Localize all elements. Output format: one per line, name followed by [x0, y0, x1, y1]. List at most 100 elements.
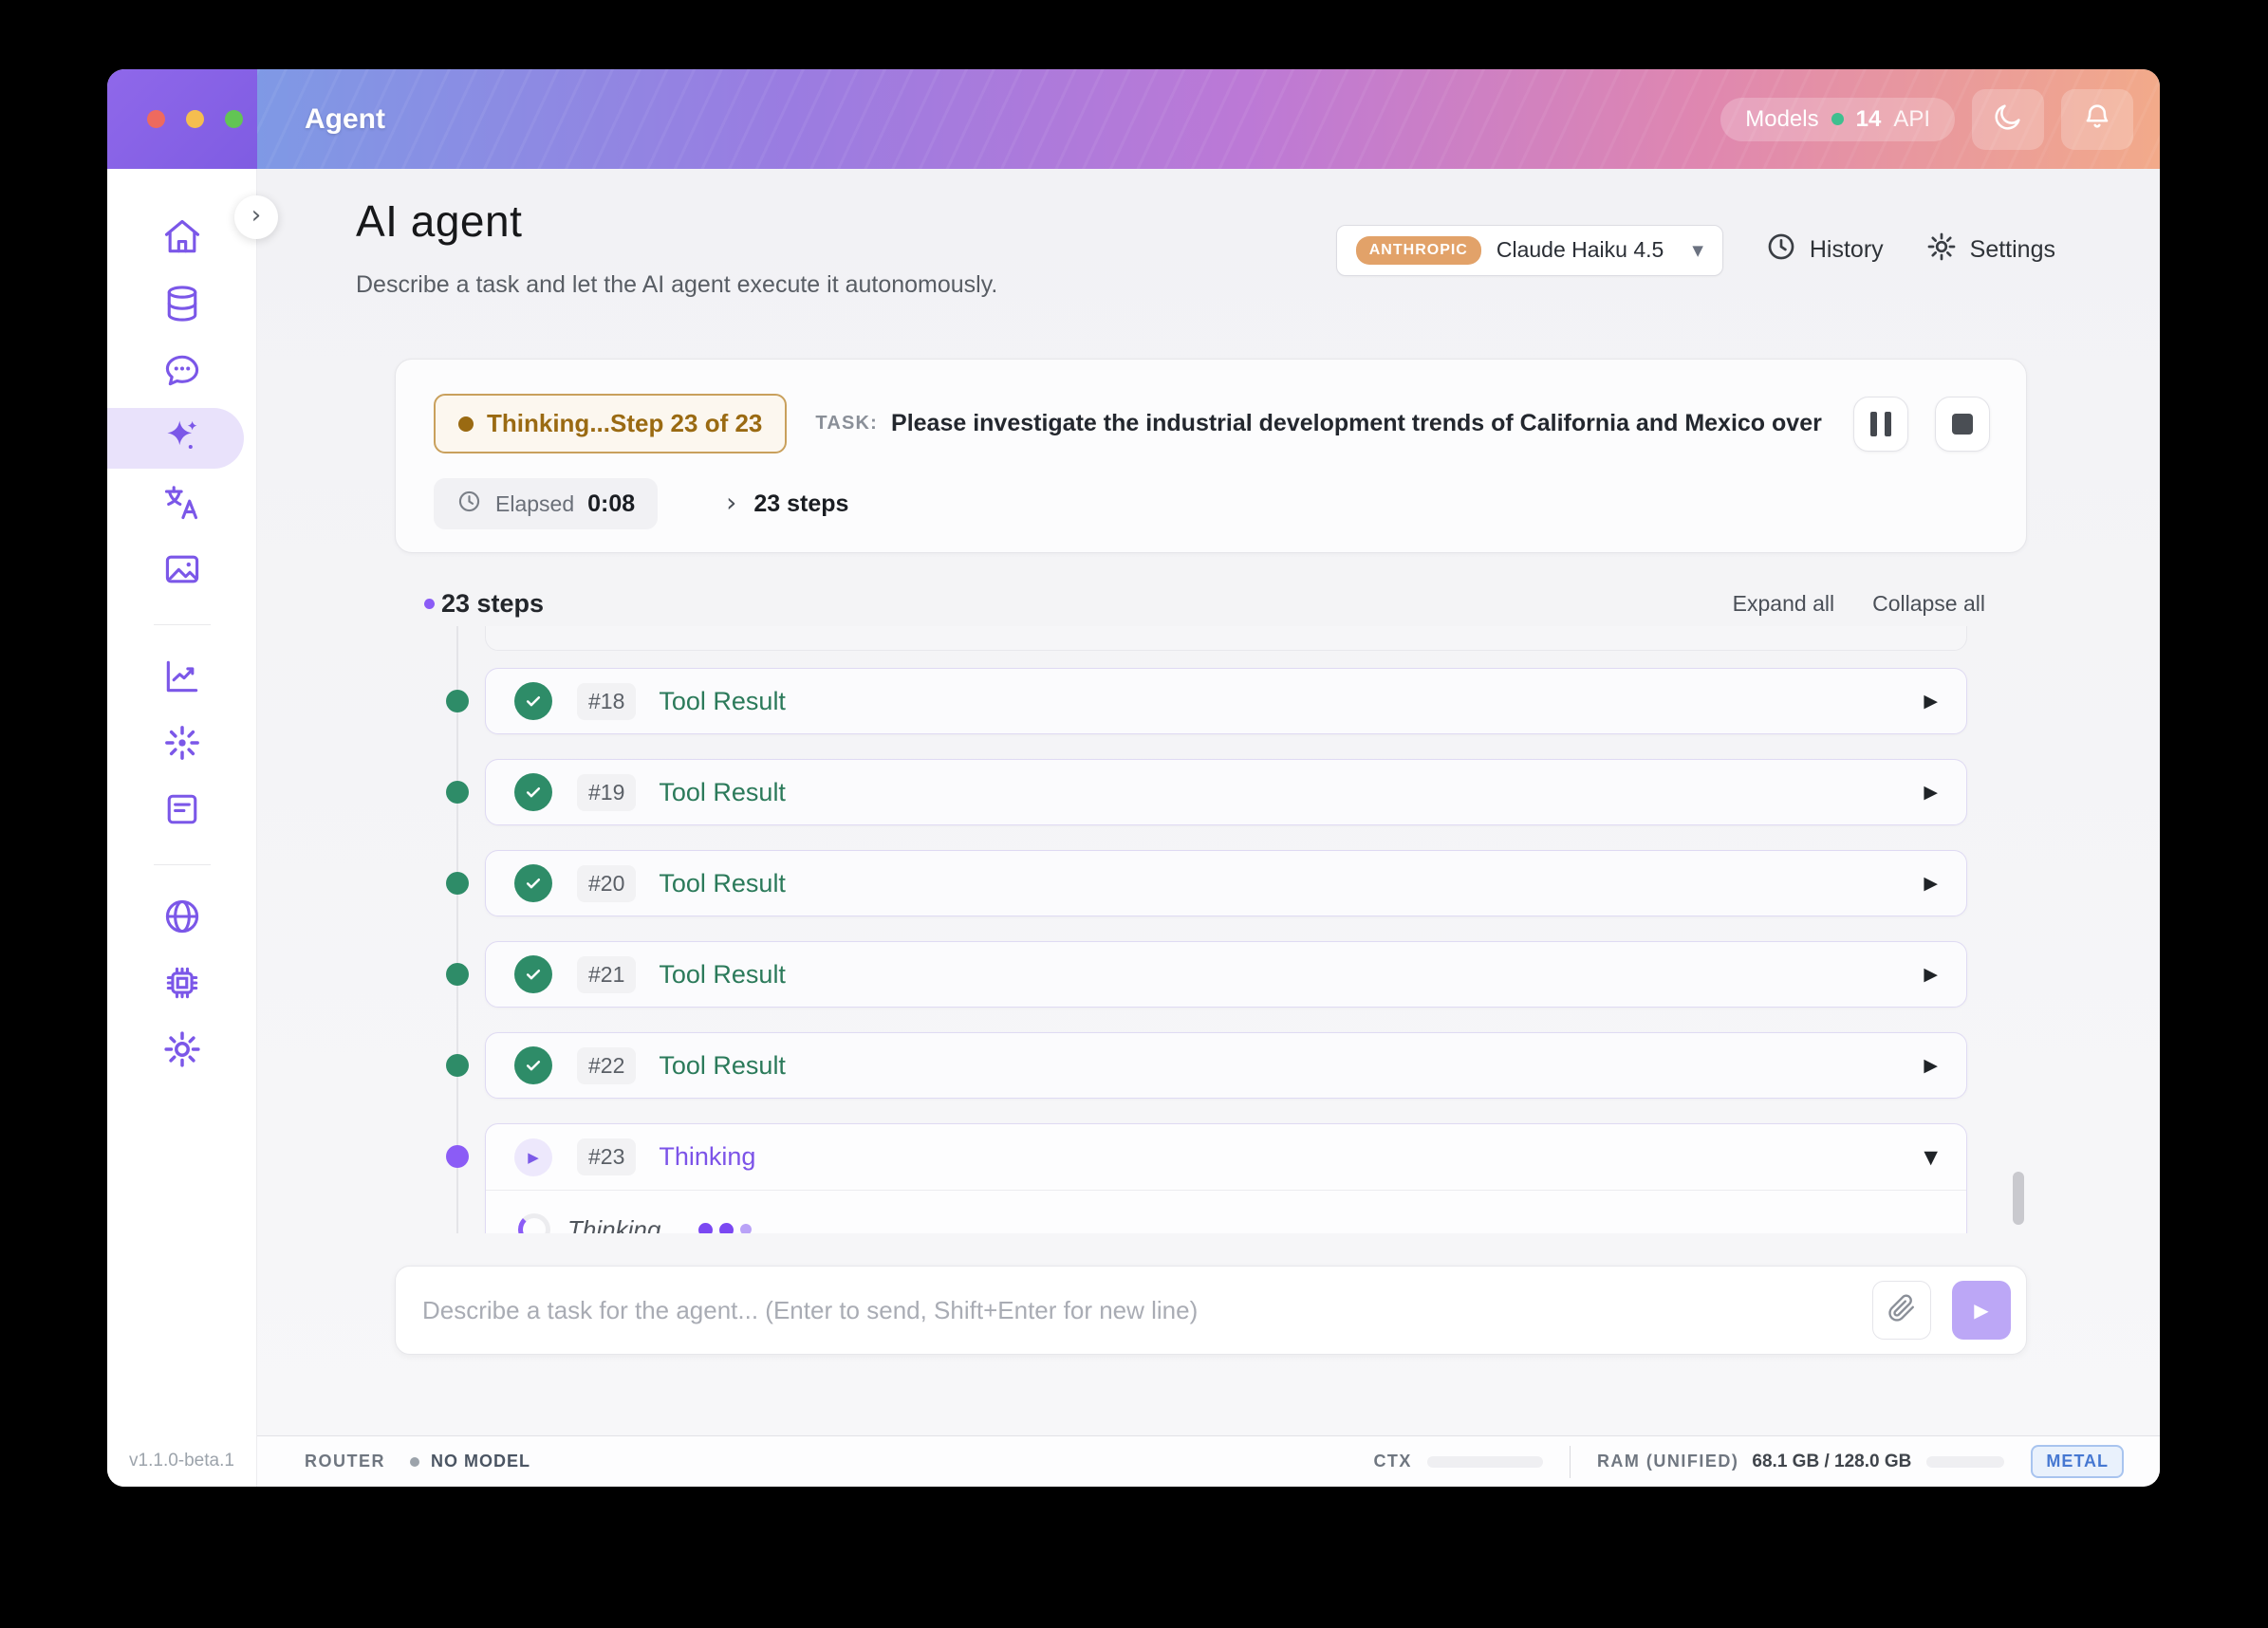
- minimize-window-button[interactable]: [186, 110, 204, 128]
- sidebar-item-processes[interactable]: [107, 722, 256, 768]
- stop-button[interactable]: [1935, 396, 1990, 452]
- ram-value: 68.1 GB / 128.0 GB: [1752, 1451, 1912, 1471]
- collapse-all-button[interactable]: Collapse all: [1872, 591, 1985, 617]
- expand-icon[interactable]: ▶: [1924, 691, 1938, 712]
- step-number: #20: [577, 864, 637, 902]
- titlebar: Agent Models 14 API: [107, 69, 2160, 169]
- stop-icon: [1952, 413, 1973, 435]
- statusbar: v1.1.0-beta.1 ROUTER NO MODEL CTX RAM (U…: [107, 1435, 2160, 1487]
- step-row-partial[interactable]: [485, 626, 1967, 651]
- step-row-22[interactable]: #22 Tool Result ▶: [485, 1032, 1967, 1099]
- app-title: Agent: [305, 102, 385, 135]
- main-content: AI agent Describe a task and let the AI …: [257, 169, 2160, 1435]
- step-title: Tool Result: [659, 959, 786, 989]
- sidebar-item-settings[interactable]: [107, 1028, 256, 1074]
- settings-button[interactable]: Settings: [1925, 231, 2055, 269]
- step-row-18[interactable]: #18 Tool Result ▶: [485, 668, 1967, 734]
- sidebar-item-database[interactable]: [107, 283, 256, 328]
- translate-icon: [161, 482, 203, 528]
- steps-summary: 23 steps: [753, 490, 849, 517]
- sidebar-item-image[interactable]: [107, 548, 256, 594]
- expand-icon[interactable]: ▶: [1924, 964, 1938, 985]
- titlebar-main: Agent Models 14 API: [257, 69, 2160, 169]
- moon-icon: [1992, 101, 2024, 138]
- steps-toggle[interactable]: › 23 steps: [726, 487, 848, 522]
- send-icon: ▶: [1974, 1299, 1989, 1322]
- scrollbar-thumb[interactable]: [2013, 1172, 2024, 1225]
- expand-icon[interactable]: ▶: [1924, 873, 1938, 894]
- step-title: Thinking: [659, 1142, 756, 1171]
- history-button[interactable]: History: [1765, 231, 1884, 269]
- dark-mode-button[interactable]: [1972, 88, 2044, 150]
- sidebar-divider: [153, 864, 211, 865]
- chat-icon: [161, 349, 203, 396]
- step-number: #22: [577, 1046, 637, 1084]
- model-name: Claude Haiku 4.5: [1496, 237, 1664, 262]
- sidebar-item-analytics[interactable]: [107, 656, 256, 701]
- maximize-window-button[interactable]: [225, 110, 243, 128]
- chevron-down-icon: ▼: [1692, 241, 1703, 259]
- expand-all-button[interactable]: Expand all: [1733, 591, 1834, 617]
- models-pill[interactable]: Models 14 API: [1720, 97, 1955, 141]
- step-row-23[interactable]: ▶ #23 Thinking ▼ Thinking...: [485, 1123, 1967, 1233]
- timeline-dot: [446, 872, 469, 895]
- step-number: #23: [577, 1138, 637, 1175]
- step-title: Tool Result: [659, 777, 786, 806]
- sidebar-item-agent[interactable]: [107, 408, 256, 469]
- step-title: Tool Result: [659, 1050, 786, 1080]
- chip-icon: [161, 962, 203, 1008]
- step-number: #18: [577, 682, 637, 720]
- steps-list: #18 Tool Result ▶ #19 Tool Result ▶ #20 …: [257, 626, 2160, 1233]
- model-status: NO MODEL: [431, 1452, 530, 1471]
- step-title: Tool Result: [659, 868, 786, 897]
- step-row-19[interactable]: #19 Tool Result ▶: [485, 759, 1967, 825]
- attach-button[interactable]: [1872, 1281, 1931, 1340]
- close-window-button[interactable]: [147, 110, 165, 128]
- check-icon: [514, 773, 552, 811]
- sidebar-item-hardware[interactable]: [107, 962, 256, 1008]
- collapse-icon[interactable]: ▼: [1924, 1147, 1938, 1168]
- database-icon: [161, 283, 203, 329]
- paperclip-icon: [1887, 1294, 1916, 1327]
- sidebar-item-notes[interactable]: [107, 788, 256, 834]
- clock-icon: [1765, 231, 1797, 269]
- task-label: TASK:: [815, 413, 879, 434]
- pause-icon: [1870, 411, 1891, 436]
- sidebar-item-chat[interactable]: [107, 349, 256, 395]
- sidebar-item-network[interactable]: [107, 896, 256, 941]
- clock-icon: [456, 489, 482, 519]
- composer: ▶: [395, 1266, 2027, 1355]
- sidebar-collapse-button[interactable]: ›: [234, 195, 278, 239]
- elapsed-timer: Elapsed 0:08: [434, 478, 659, 529]
- burst-icon: [161, 722, 203, 768]
- model-selector[interactable]: ANTHROPIC Claude Haiku 4.5 ▼: [1335, 224, 1723, 276]
- check-icon: [514, 1046, 552, 1084]
- send-button[interactable]: ▶: [1952, 1281, 2011, 1340]
- statusbar-divider: [1569, 1445, 1571, 1478]
- timeline-dot: [446, 690, 469, 712]
- sidebar-item-home[interactable]: [107, 216, 256, 262]
- expand-icon[interactable]: ▶: [1924, 1055, 1938, 1076]
- notifications-button[interactable]: [2061, 88, 2133, 150]
- sidebar-item-translate[interactable]: [107, 482, 256, 527]
- app-version: v1.1.0-beta.1: [107, 1435, 257, 1487]
- task-text: Please investigate the industrial develo…: [891, 410, 1827, 436]
- sidebar: ›: [107, 169, 278, 1435]
- pause-button[interactable]: [1853, 396, 1908, 452]
- timeline-dot: [446, 1054, 469, 1077]
- thinking-text: Thinking...: [567, 1214, 681, 1234]
- models-status-dot: [1831, 113, 1844, 125]
- task-input[interactable]: [422, 1295, 1872, 1325]
- ctx-label: CTX: [1373, 1452, 1412, 1471]
- check-icon: [514, 864, 552, 902]
- page-title: AI agent: [356, 196, 523, 246]
- step-row-20[interactable]: #20 Tool Result ▶: [485, 850, 1967, 916]
- expand-icon[interactable]: ▶: [1924, 782, 1938, 803]
- bell-icon: [2081, 101, 2113, 138]
- ram-label: RAM (UNIFIED): [1596, 1452, 1739, 1471]
- settings-label: Settings: [1969, 236, 2055, 263]
- chevron-right-icon: ›: [726, 486, 737, 518]
- step-row-21[interactable]: #21 Tool Result ▶: [485, 941, 1967, 1008]
- timeline-dot: [446, 781, 469, 804]
- run-status-card: Thinking...Step 23 of 23 TASK: Please in…: [395, 359, 2027, 553]
